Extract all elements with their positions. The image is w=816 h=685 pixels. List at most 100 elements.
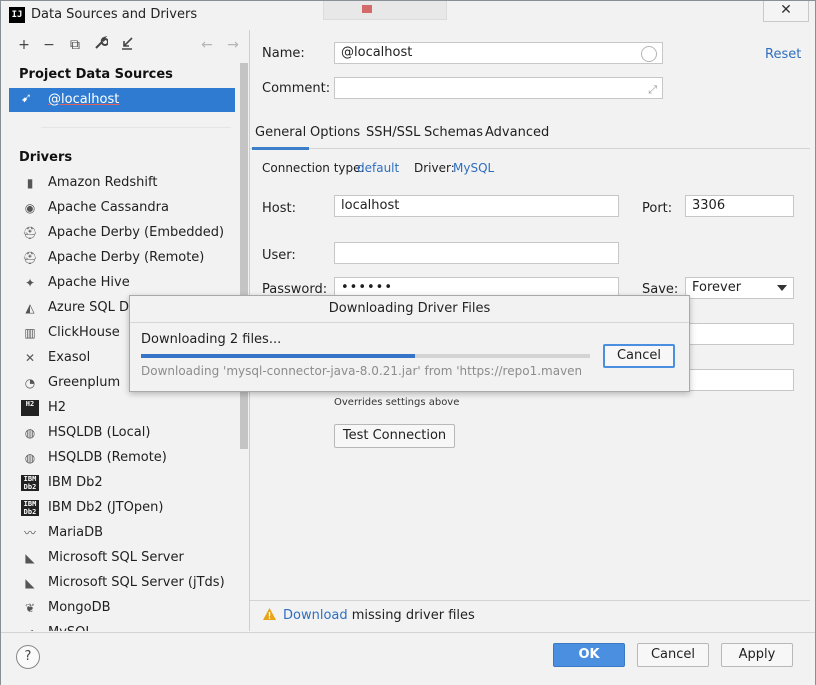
title-bar: IJ Data Sources and Drivers ✕ [1, 1, 815, 29]
url-input[interactable] [685, 369, 794, 391]
intellij-app-icon: IJ [9, 7, 25, 23]
comment-input[interactable]: ⤢ [334, 77, 663, 99]
wrench-icon[interactable] [92, 36, 110, 54]
datasource-label: @localhost [48, 92, 120, 107]
missing-driver-message: Download missing driver files [283, 608, 475, 623]
download-status: Downloading 2 files... [141, 332, 282, 347]
cassandra-eye-icon: ◉ [24, 201, 36, 215]
mongodb-leaf-icon: ❦ [24, 601, 36, 615]
driver-label: HSQLDB (Remote) [48, 450, 167, 465]
divider [41, 127, 231, 128]
name-value: @localhost [341, 45, 413, 60]
hsqldb-icon: ◍ [24, 426, 36, 440]
test-connection-button[interactable]: Test Connection [334, 424, 455, 448]
sidebar-toolbar: + − ⧉ ← → [9, 30, 249, 60]
driver-item[interactable]: ⛑ Apache Derby (Embedded) [9, 221, 241, 246]
import-icon[interactable] [118, 36, 136, 54]
hive-bee-icon: ✦ [24, 276, 36, 290]
sqlserver-icon: ◣ [25, 576, 35, 590]
driver-label: Apache Derby (Remote) [48, 250, 205, 265]
forward-arrow-icon[interactable]: → [224, 36, 242, 54]
driver-label: IBM Db2 (JTOpen) [48, 500, 164, 515]
missing-driver-text: missing driver files [347, 608, 475, 623]
driver-label: Amazon Redshift [48, 175, 158, 190]
help-button[interactable]: ? [16, 645, 40, 669]
close-window-button[interactable]: ✕ [763, 1, 809, 22]
cancel-button[interactable]: Cancel [637, 643, 709, 667]
datasource-item-localhost[interactable]: ➹ @localhost [9, 88, 235, 112]
driver-label: H2 [48, 400, 67, 415]
driver-label: MongoDB [48, 600, 111, 615]
download-link[interactable]: Download [283, 608, 348, 623]
port-label: Port: [642, 201, 673, 216]
minus-icon[interactable]: − [40, 36, 58, 54]
name-input[interactable]: @localhost [334, 42, 663, 64]
derby-hat-icon: ⛑ [22, 251, 38, 265]
driver-item[interactable]: H2 H2 [9, 396, 241, 421]
greenplum-circle-icon: ◔ [24, 376, 36, 390]
back-arrow-icon[interactable]: ← [198, 36, 216, 54]
mysql-dolphin-icon: ➹ [21, 625, 39, 631]
tab-general[interactable]: General [252, 123, 310, 150]
plus-icon[interactable]: + [15, 36, 33, 54]
chevron-down-icon [777, 285, 787, 291]
warning-icon [262, 607, 277, 625]
color-circle-icon[interactable] [641, 46, 657, 62]
tab-schemas[interactable]: Schemas [421, 123, 486, 147]
drivers-title: Drivers [19, 150, 73, 165]
port-input[interactable]: 3306 [685, 195, 794, 217]
database-input[interactable] [685, 323, 794, 345]
driver-label: Driver: [414, 161, 455, 175]
apply-button[interactable]: Apply [721, 643, 793, 667]
driver-item[interactable]: ❦ MongoDB [9, 596, 241, 621]
driver-item[interactable]: ✦ Apache Hive [9, 271, 241, 296]
download-cancel-button[interactable]: Cancel [603, 344, 675, 368]
driver-item[interactable]: ◉ Apache Cassandra [9, 196, 241, 221]
copy-icon[interactable]: ⧉ [66, 36, 84, 54]
project-data-sources-title: Project Data Sources [19, 67, 173, 82]
exasol-x-icon: ✕ [24, 351, 36, 365]
user-input[interactable] [334, 242, 619, 264]
tab-options[interactable]: Options [307, 123, 363, 147]
overrides-note: Overrides settings above [334, 397, 460, 408]
downloading-driver-files-dialog: Downloading Driver Files Downloading 2 f… [129, 295, 690, 392]
dialog-footer: ? OK Cancel Apply [1, 632, 815, 685]
driver-item[interactable]: ➹ MySQL [9, 621, 241, 631]
h2-icon: H2 [21, 400, 39, 416]
divider [250, 600, 810, 601]
driver-label: Exasol [48, 350, 91, 365]
driver-item[interactable]: ◍ HSQLDB (Remote) [9, 446, 241, 471]
driver-item[interactable]: IBM Db2 IBM Db2 [9, 471, 241, 496]
driver-label: MySQL [48, 625, 93, 631]
window-title: Data Sources and Drivers [31, 7, 198, 22]
user-label: User: [262, 248, 296, 263]
sqlserver-icon: ◣ [25, 551, 35, 565]
connection-type-label: Connection type: [262, 161, 365, 175]
save-select[interactable]: Forever [685, 277, 794, 299]
connection-type-link[interactable]: default [357, 161, 399, 175]
host-label: Host: [262, 201, 296, 216]
azure-icon: ◭ [25, 301, 35, 315]
reset-link[interactable]: Reset [765, 47, 801, 62]
driver-item[interactable]: IBM Db2 IBM Db2 (JTOpen) [9, 496, 241, 521]
tab-ssh-ssl[interactable]: SSH/SSL [363, 123, 423, 147]
driver-label: Apache Cassandra [48, 200, 169, 215]
download-progress-fill [141, 354, 415, 358]
driver-link[interactable]: MySQL [453, 161, 494, 175]
driver-item[interactable]: ▮ Amazon Redshift [9, 171, 241, 196]
driver-item[interactable]: 〰 MariaDB [9, 521, 241, 546]
driver-item[interactable]: ◣ Microsoft SQL Server [9, 546, 241, 571]
background-window-tab [323, 1, 447, 20]
host-input[interactable]: localhost [334, 195, 619, 217]
derby-hat-icon: ⛑ [22, 226, 38, 240]
tab-advanced[interactable]: Advanced [482, 123, 552, 147]
driver-item[interactable]: ⛑ Apache Derby (Remote) [9, 246, 241, 271]
save-select-value: Forever [692, 280, 742, 295]
driver-item[interactable]: ◣ Microsoft SQL Server (jTds) [9, 571, 241, 596]
driver-item[interactable]: ◍ HSQLDB (Local) [9, 421, 241, 446]
download-progress-bar [141, 354, 590, 358]
expand-icon[interactable]: ⤢ [648, 80, 657, 100]
ok-button[interactable]: OK [553, 643, 625, 667]
ibm-db2-icon: IBM Db2 [21, 475, 39, 491]
driver-label: ClickHouse [48, 325, 120, 340]
